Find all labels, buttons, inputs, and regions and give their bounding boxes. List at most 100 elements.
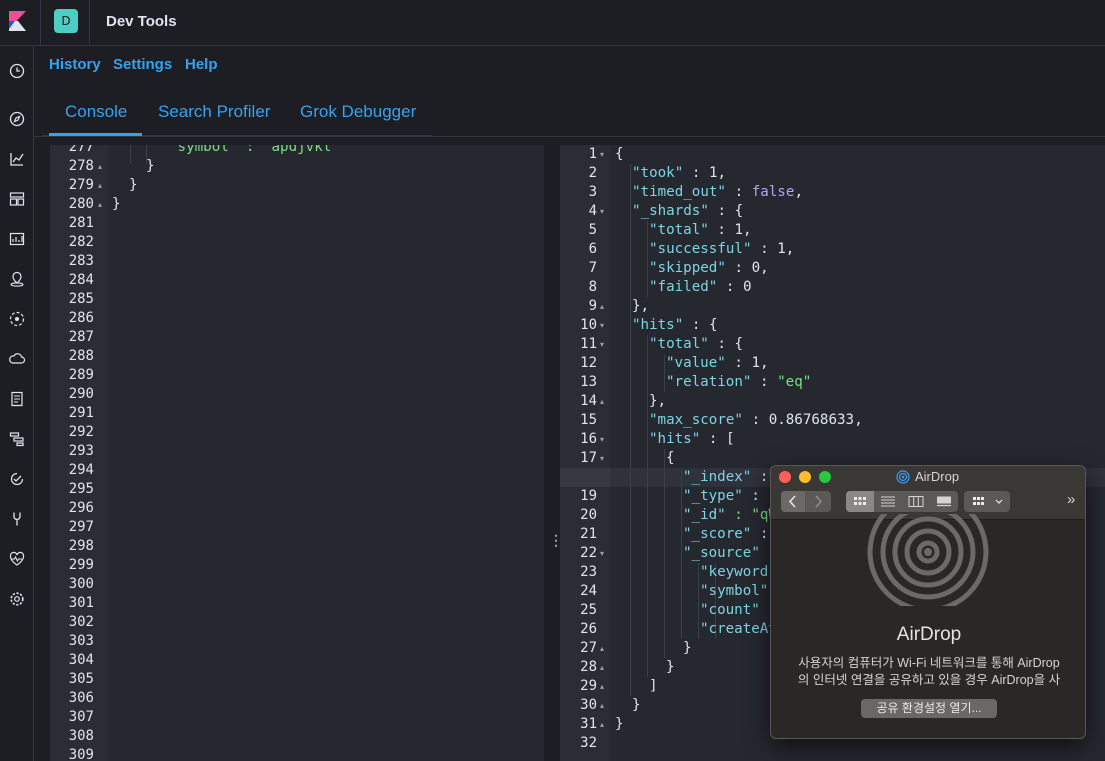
logs-icon[interactable] — [8, 390, 26, 408]
json-key: "_score" — [683, 526, 752, 542]
fold-toggle-icon[interactable]: ▴ — [600, 392, 604, 411]
json-comma: , — [785, 241, 795, 257]
line-number: 293 — [68, 443, 94, 459]
dashboard-icon[interactable] — [8, 190, 26, 208]
json-separator: : — [708, 203, 735, 219]
fold-toggle-icon[interactable]: ▴ — [98, 195, 102, 214]
json-value: { — [734, 203, 744, 219]
fold-toggle-icon[interactable]: ▴ — [98, 157, 102, 176]
line-number: 290 — [68, 386, 94, 402]
apm-icon[interactable] — [8, 430, 26, 448]
line-number: 287 — [68, 329, 94, 345]
line-number: 4 — [588, 203, 597, 219]
fold-toggle-icon[interactable]: ▴ — [600, 639, 604, 658]
line-number: 1 — [588, 146, 597, 162]
line-number: 292 — [68, 424, 94, 440]
space-avatar[interactable]: D — [54, 9, 78, 33]
fold-toggle-icon[interactable]: ▴ — [600, 658, 604, 677]
airdrop-heading: AirDrop — [896, 624, 962, 645]
page-title: Dev Tools — [106, 13, 177, 30]
zoom-button[interactable] — [819, 471, 831, 483]
group-by-dropdown[interactable] — [964, 491, 1010, 512]
fold-toggle-icon[interactable]: ▾ — [600, 449, 604, 468]
json-value: 0.86768633 — [768, 412, 855, 428]
line-number: 27 — [580, 640, 597, 656]
line-number: 296 — [68, 500, 94, 516]
fold-toggle-icon[interactable]: ▴ — [600, 677, 604, 696]
fold-toggle-icon[interactable]: ▾ — [600, 544, 604, 563]
fold-toggle-icon[interactable]: ▴ — [600, 696, 604, 715]
code-line: } — [129, 177, 138, 193]
line-number: 32 — [580, 735, 597, 751]
airdrop-radar-icon — [867, 514, 989, 606]
json-value: "eq" — [777, 374, 812, 390]
tab-console[interactable]: Console — [65, 102, 127, 122]
fold-toggle-icon[interactable]: ▾ — [600, 202, 604, 221]
fold-toggle-icon[interactable]: ▴ — [600, 715, 604, 734]
canvas-icon[interactable] — [8, 230, 26, 248]
help-link[interactable]: Help — [185, 56, 218, 73]
gear-icon[interactable] — [8, 590, 26, 608]
map-icon[interactable] — [8, 270, 26, 288]
line-number: 13 — [580, 374, 597, 390]
json-key: "_id" — [683, 507, 726, 523]
json-bracket: } — [615, 716, 624, 732]
json-key: "_index" — [683, 469, 752, 485]
gallery-view-button[interactable] — [930, 491, 958, 512]
forward-button[interactable] — [806, 491, 831, 512]
close-button[interactable] — [779, 471, 791, 483]
icon-view-button[interactable] — [846, 491, 874, 512]
toolbar-overflow-button[interactable]: » — [1067, 491, 1075, 508]
kibana-logo-icon[interactable] — [6, 9, 28, 33]
minimize-button[interactable] — [799, 471, 811, 483]
fold-toggle-icon[interactable]: ▾ — [600, 316, 604, 335]
airdrop-description-line-2: 의 인터넷 연결을 공유하고 있을 경우 AirDrop을 사 — [797, 673, 1061, 687]
chart-icon[interactable] — [8, 150, 26, 168]
fold-toggle-icon[interactable]: ▾ — [600, 335, 604, 354]
line-number: 28 — [580, 659, 597, 675]
code-line: } — [146, 158, 155, 174]
tab-search-profiler[interactable]: Search Profiler — [158, 102, 270, 122]
tab-grok-debugger[interactable]: Grok Debugger — [300, 102, 416, 122]
line-number: 21 — [580, 526, 597, 542]
json-separator: : — [708, 336, 735, 352]
json-value: { — [708, 317, 718, 333]
column-view-button[interactable] — [902, 491, 930, 512]
json-key: "createAt — [700, 621, 777, 637]
json-bracket: ] — [649, 678, 658, 694]
json-key: "max_score" — [649, 412, 743, 428]
request-editor[interactable]: 277 278 ▴ 279 ▴ 280 ▴ 281 282 283 284 285 286 287 288 2… — [50, 145, 544, 761]
indent-guide — [647, 221, 648, 297]
json-value: 1 — [734, 222, 744, 238]
settings-link[interactable]: Settings — [113, 56, 172, 73]
line-number: 22 — [580, 545, 597, 561]
open-sharing-preferences-button[interactable]: 공유 환경설정 열기... — [861, 699, 997, 718]
header-divider — [40, 0, 41, 46]
clock-icon[interactable] — [8, 62, 26, 80]
json-key: "total" — [649, 336, 709, 352]
uptime-icon[interactable] — [8, 470, 26, 488]
line-number: 12 — [580, 355, 597, 371]
list-view-button[interactable] — [874, 491, 902, 512]
history-link[interactable]: History — [49, 56, 101, 73]
ml-icon[interactable] — [8, 310, 26, 328]
line-number: 278 — [68, 158, 94, 174]
devtools-icon[interactable] — [8, 510, 26, 528]
json-key: "hits" — [649, 431, 701, 447]
line-number: 295 — [68, 481, 94, 497]
cloud-icon[interactable] — [8, 350, 26, 368]
fold-toggle-icon[interactable]: ▴ — [98, 176, 102, 195]
compass-icon[interactable] — [8, 110, 26, 128]
line-number: 24 — [580, 583, 597, 599]
line-number: 281 — [68, 215, 94, 231]
fold-toggle-icon[interactable]: ▾ — [600, 430, 604, 449]
devtools-tabs: Console Search Profiler Grok Debugger — [42, 90, 432, 136]
back-forward-control — [781, 491, 831, 512]
fold-toggle-icon[interactable]: ▾ — [600, 145, 604, 164]
heartbeat-icon[interactable] — [8, 550, 26, 568]
json-separator: : — [743, 412, 769, 428]
line-number: 2 — [588, 165, 597, 181]
back-button[interactable] — [781, 491, 805, 512]
fold-toggle-icon[interactable]: ▴ — [600, 297, 604, 316]
json-value: 0 — [751, 260, 761, 276]
